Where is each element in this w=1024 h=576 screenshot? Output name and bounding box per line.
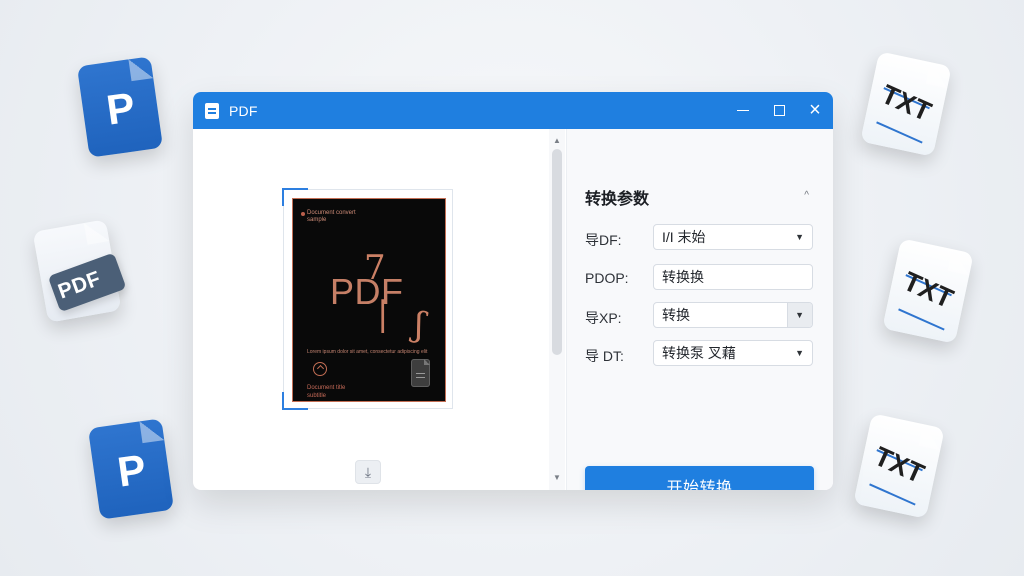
parameter-value-4: 转换泵 叉藉 xyxy=(662,345,736,361)
zoom-icon: ⤓ xyxy=(364,463,372,480)
start-convert-button[interactable]: 开始转换 xyxy=(585,466,814,490)
chevron-up-icon[interactable]: ^ xyxy=(804,190,809,201)
parameter-label-1: 导DF: xyxy=(585,232,622,248)
preview-dot xyxy=(301,212,305,216)
parameter-row-2: PDOP: 转换换 xyxy=(585,264,815,292)
desktop-scene: P PDF P TXT TXT TXT PDF × Document conve… xyxy=(0,0,1024,576)
close-icon[interactable] xyxy=(797,92,833,129)
chevron-down-icon: ▼ xyxy=(795,348,804,358)
settings-title: 转换参数 xyxy=(585,191,650,208)
parameter-label-2: PDOP: xyxy=(585,270,629,286)
parameter-label-3: 导XP: xyxy=(585,310,622,326)
window-title: PDF xyxy=(229,102,258,119)
parameter-select-3[interactable]: 转换 ▼ xyxy=(653,302,813,328)
chevron-down-icon: ▼ xyxy=(795,310,804,320)
converter-window: PDF Document convert sample PDF 7 ʃ xyxy=(193,92,833,490)
vertical-scrollbar[interactable]: ▲ ▼ xyxy=(549,129,565,490)
preview-file-icon xyxy=(411,359,430,387)
preview-decoration-curve: ʃ xyxy=(411,304,428,346)
preview-footer: Document title subtitle xyxy=(307,385,346,400)
document-icon xyxy=(205,102,219,119)
parameter-row-1: 导DF: I/I 末始 ▼ xyxy=(585,224,815,252)
preview-small-line: Lorem ipsum dolor sit amet, consectetur … xyxy=(307,349,428,355)
preview-decoration-7: 7 xyxy=(364,248,386,288)
left-bottom-file-icon: P xyxy=(87,418,175,520)
preview-decoration-line: | xyxy=(377,294,389,334)
parameter-value-1: I/I 末始 xyxy=(662,229,706,245)
minimize-icon[interactable] xyxy=(725,92,761,129)
preview-pane: Document convert sample PDF 7 ʃ | Lorem … xyxy=(193,129,549,490)
scroll-up-icon[interactable]: ▲ xyxy=(553,137,561,145)
window-body: Document convert sample PDF 7 ʃ | Lorem … xyxy=(193,129,833,490)
pdf-preview-page: Document convert sample PDF 7 ʃ | Lorem … xyxy=(292,198,446,402)
preview-badge-icon xyxy=(313,362,327,376)
chevron-down-icon: ▼ xyxy=(795,232,804,242)
right-bottom-txt-icon: TXT xyxy=(853,413,945,519)
parameter-label-4: 导 DT: xyxy=(585,348,624,364)
scroll-down-icon[interactable]: ▼ xyxy=(553,474,561,482)
zoom-button[interactable]: ⤓ xyxy=(355,460,381,484)
window-titlebar[interactable]: PDF xyxy=(193,92,833,129)
file-icon-label: P xyxy=(114,445,148,496)
settings-pane: 转换参数 ^ 导DF: I/I 末始 ▼ PDOP: 转换换 导XP: 转换 ▼… xyxy=(566,129,833,490)
right-mid-txt-icon: TXT xyxy=(882,238,974,344)
parameter-row-3: 导XP: 转换 ▼ xyxy=(585,302,815,330)
parameter-value-2: 转换换 xyxy=(662,269,704,285)
left-pdf-file-icon: PDF xyxy=(32,219,127,323)
window-controls xyxy=(725,92,833,129)
parameter-row-4: 导 DT: 转换泵 叉藉 ▼ xyxy=(585,340,815,368)
right-top-txt-icon: TXT xyxy=(860,51,952,157)
scroll-thumb[interactable] xyxy=(552,149,562,355)
parameter-select-4[interactable]: 转换泵 叉藉 ▼ xyxy=(653,340,813,366)
left-top-file-icon: P xyxy=(76,56,164,158)
parameter-select-1[interactable]: I/I 末始 ▼ xyxy=(653,224,813,250)
parameter-value-3: 转换 xyxy=(662,307,690,323)
file-icon-label: P xyxy=(103,83,137,134)
document-preview[interactable]: Document convert sample PDF 7 ʃ | Lorem … xyxy=(282,188,453,410)
parameter-input-2[interactable]: 转换换 xyxy=(653,264,813,290)
maximize-icon[interactable] xyxy=(761,92,797,129)
preview-small-header: Document convert sample xyxy=(307,210,356,224)
